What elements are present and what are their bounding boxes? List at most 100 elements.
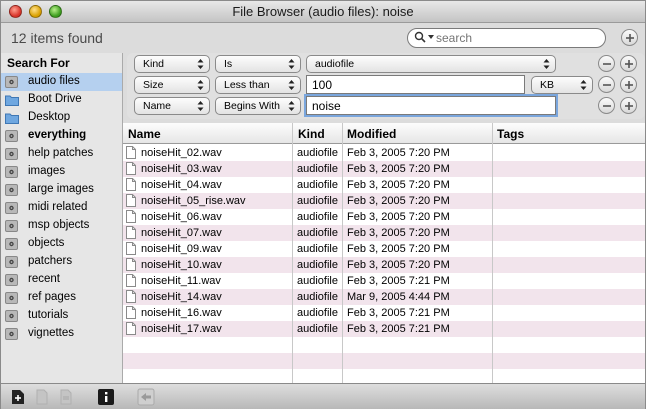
gear-icon [5,76,18,88]
table-row[interactable]: noiseHit_02.wav audiofile Feb 3, 2005 7:20… [123,145,645,161]
folder-icon [5,95,19,106]
sidebar-item[interactable]: audio files [1,73,122,91]
add-search-button[interactable] [621,29,638,46]
sidebar-item[interactable]: recent [1,271,122,289]
criteria-operator-popup[interactable]: Begins With [215,97,301,115]
sidebar-item[interactable]: everything [1,127,122,145]
cell-name: noiseHit_03.wav [141,163,222,175]
criteria-attribute-popup[interactable]: Kind [134,55,210,73]
table-row [123,353,645,369]
cell-kind: audiofile [297,195,338,207]
table-row[interactable]: noiseHit_17.wav audiofile Feb 3, 2005 7:21… [123,321,645,337]
criteria-value-field[interactable]: noise [306,96,556,115]
search-icon[interactable] [414,31,426,43]
column-divider[interactable] [492,123,493,383]
cell-modified: Feb 3, 2005 7:21 PM [347,323,450,335]
column-header-name[interactable]: Name [128,127,161,141]
back-arrow-icon[interactable] [137,388,155,406]
table-row[interactable]: noiseHit_09.wav audiofile Feb 3, 2005 7:20… [123,241,645,257]
column-header-tags[interactable]: Tags [497,127,524,141]
criteria-attribute-popup[interactable]: Size [134,76,210,94]
table-row[interactable]: noiseHit_14.wav audiofile Mar 9, 2005 4:44… [123,289,645,305]
sidebar-item[interactable]: help patches [1,145,122,163]
document-icon[interactable] [33,388,51,406]
file-browser-window: File Browser (audio files): noise 12 ite… [0,0,646,409]
cell-name: noiseHit_04.wav [141,179,222,191]
sidebar-item-label: Boot Drive [28,93,82,105]
document-alt-icon[interactable] [57,388,75,406]
column-header-kind[interactable]: Kind [298,127,325,141]
window-title: File Browser (audio files): noise [232,4,414,19]
sidebar-item[interactable]: vignettes [1,325,122,343]
sidebar-item[interactable]: Boot Drive [1,91,122,109]
sidebar-item[interactable]: images [1,163,122,181]
remove-criteria-button[interactable] [598,97,615,114]
criteria-operator-popup-label: Less than [224,79,270,91]
cell-modified: Feb 3, 2005 7:20 PM [347,163,450,175]
sidebar-item-label: images [28,165,66,177]
criteria-value-field[interactable]: 100 [306,75,525,94]
popup-arrows-icon [288,59,295,69]
sidebar: Search For audio files Boot Drive Desktop e… [1,53,123,383]
column-divider[interactable] [292,123,293,383]
cell-modified: Feb 3, 2005 7:20 PM [347,179,450,191]
cell-modified: Feb 3, 2005 7:21 PM [347,307,450,319]
cell-name: noiseHit_02.wav [141,147,222,159]
search-field[interactable] [407,28,606,48]
table-row[interactable]: noiseHit_06.wav audiofile Feb 3, 2005 7:20… [123,209,645,225]
table-row[interactable]: noiseHit_11.wav audiofile Feb 3, 2005 7:21… [123,273,645,289]
search-input[interactable] [436,31,596,45]
popup-arrows-icon [197,59,204,69]
column-header-modified[interactable]: Modified [347,127,396,141]
sidebar-item[interactable]: midi related [1,199,122,217]
table-row[interactable]: noiseHit_03.wav audiofile Feb 3, 2005 7:20… [123,161,645,177]
cell-name: noiseHit_10.wav [141,259,222,271]
remove-criteria-button[interactable] [598,55,615,72]
sidebar-item[interactable]: Desktop [1,109,122,127]
cell-name: noiseHit_05_rise.wav [141,195,246,207]
search-menu-chevron-icon[interactable] [428,35,434,39]
gear-icon [5,238,18,250]
sidebar-item-label: objects [28,237,65,249]
table-row[interactable]: noiseHit_16.wav audiofile Feb 3, 2005 7:21… [123,305,645,321]
table-row[interactable]: noiseHit_07.wav audiofile Feb 3, 2005 7:20… [123,225,645,241]
plus-icon [625,102,633,110]
add-criteria-button[interactable] [620,55,637,72]
new-file-icon[interactable] [9,388,27,406]
add-criteria-button[interactable] [620,97,637,114]
criteria-attribute-popup-label: Size [143,79,164,91]
table-row[interactable]: noiseHit_10.wav audiofile Feb 3, 2005 7:20… [123,257,645,273]
results-table: Name Kind Modified Tags noiseHit_02.wav a… [123,123,645,383]
gear-icon [5,310,18,322]
criteria-operator-popup[interactable]: Less than [215,76,301,94]
criteria-attribute-popup[interactable]: Name [134,97,210,115]
criteria-unit-popup[interactable]: KB [531,76,593,94]
gear-icon [5,220,18,232]
sidebar-item-label: recent [28,273,60,285]
cell-modified: Feb 3, 2005 7:20 PM [347,227,450,239]
sidebar-item[interactable]: tutorials [1,307,122,325]
column-divider[interactable] [342,123,343,383]
sidebar-item[interactable]: large images [1,181,122,199]
info-icon[interactable] [97,388,115,406]
add-criteria-button[interactable] [620,76,637,93]
sidebar-item[interactable]: ref pages [1,289,122,307]
sidebar-item[interactable]: objects [1,235,122,253]
criteria-operator-popup[interactable]: Is [215,55,301,73]
cell-kind: audiofile [297,163,338,175]
criteria-value-text: 100 [312,78,333,92]
table-row[interactable]: noiseHit_05_rise.wav audiofile Feb 3, 2005… [123,193,645,209]
document-icon [126,146,136,159]
remove-criteria-button[interactable] [598,76,615,93]
cell-name: noiseHit_06.wav [141,211,222,223]
gear-icon [5,292,18,304]
toolbar: 12 items found [1,23,645,53]
minus-icon [603,63,611,65]
title-bar[interactable]: File Browser (audio files): noise [1,1,645,23]
criteria-value-popup[interactable]: audiofile [306,55,556,73]
bottom-bar [1,383,645,409]
table-row[interactable]: noiseHit_04.wav audiofile Feb 3, 2005 7:20… [123,177,645,193]
sidebar-item[interactable]: patchers [1,253,122,271]
cell-modified: Mar 9, 2005 4:44 PM [347,291,450,303]
sidebar-item[interactable]: msp objects [1,217,122,235]
